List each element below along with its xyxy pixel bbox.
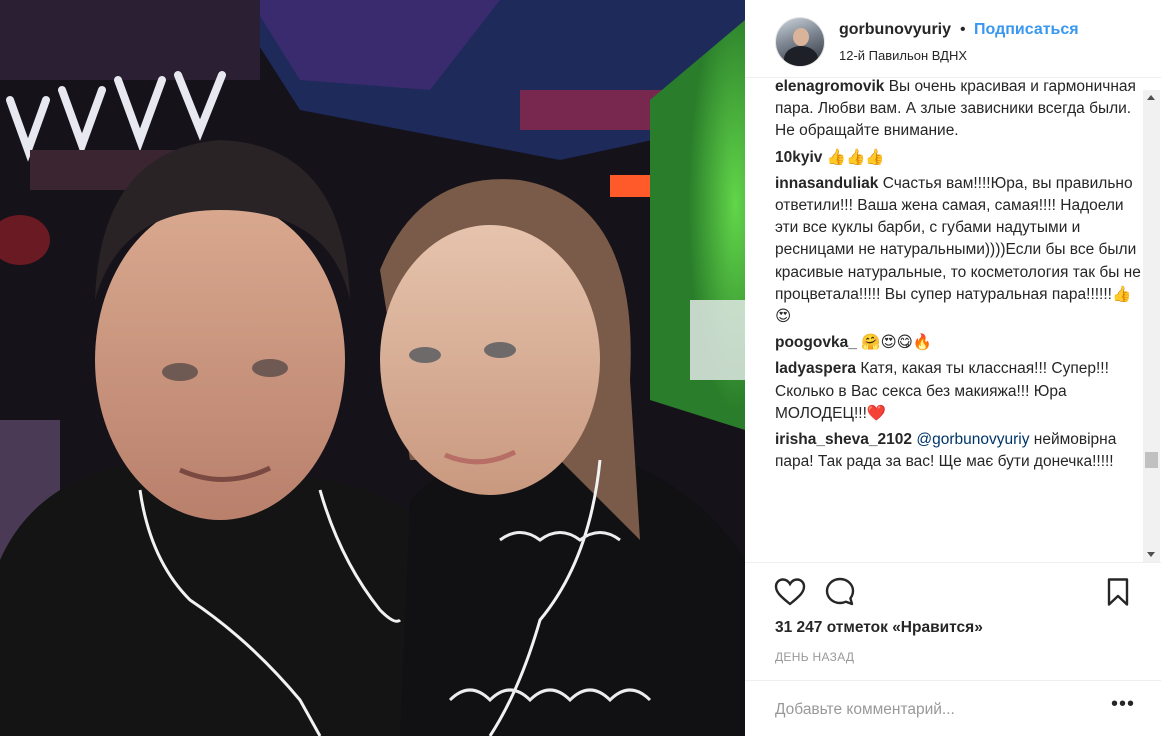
comment-item: elenagromovik Вы очень красивая и гармон… <box>775 78 1143 143</box>
comment-item: 10kyiv 👍👍👍 <box>775 147 1143 169</box>
post-timestamp[interactable]: ДЕНЬ НАЗАД <box>775 650 854 664</box>
comment-text: 👍👍👍 <box>826 148 885 166</box>
comment-icon[interactable] <box>824 576 856 608</box>
action-bar <box>745 562 1161 622</box>
more-options-button[interactable]: ••• <box>1111 693 1135 716</box>
comment-username[interactable]: ladyaspera <box>775 360 856 377</box>
scroll-up-arrow-icon[interactable] <box>1147 95 1155 100</box>
comment-username[interactable]: irisha_sheva_2102 <box>775 431 912 448</box>
avatar[interactable] <box>775 17 825 67</box>
scroll-down-arrow-icon[interactable] <box>1147 552 1155 557</box>
comment-username[interactable]: poogovka_ <box>775 334 857 351</box>
comment-item: ladyaspera Катя, какая ты классная!!! Су… <box>775 358 1143 425</box>
location-link[interactable]: 12-й Павильон ВДНХ <box>839 48 967 63</box>
comment-item: innasanduliak Счастья вам!!!!Юра, вы пра… <box>775 173 1143 328</box>
scrollbar-thumb[interactable] <box>1145 452 1158 468</box>
comment-item: irisha_sheva_2102 @gorbunovyuriy неймові… <box>775 429 1143 473</box>
comments-list[interactable]: elenagromovik Вы очень красивая и гармон… <box>775 78 1143 562</box>
comment-username[interactable]: innasanduliak <box>775 175 878 192</box>
separator-dot: • <box>960 21 966 38</box>
heart-icon[interactable] <box>774 577 806 607</box>
comment-input[interactable] <box>775 699 1105 721</box>
likes-count[interactable]: 31 247 отметок «Нравится» <box>775 619 983 637</box>
post-photo[interactable] <box>0 0 745 736</box>
comment-text: Счастья вам!!!!Юра, вы правильно ответил… <box>775 174 1141 326</box>
username[interactable]: gorbunovyuriy <box>839 21 951 39</box>
post-panel: gorbunovyuriy • Подписаться 12-й Павильо… <box>745 0 1161 736</box>
follow-button[interactable]: Подписаться <box>974 21 1079 39</box>
comment-item: poogovka_ 🤗😍😋🔥 <box>775 332 1143 354</box>
photo-illustration <box>0 0 745 736</box>
comment-text: 🤗😍😋🔥 <box>861 334 933 352</box>
comment-username[interactable]: 10kyiv <box>775 149 822 166</box>
post-header: gorbunovyuriy • Подписаться 12-й Павильо… <box>745 0 1161 78</box>
bookmark-icon[interactable] <box>1106 577 1130 607</box>
comments-scrollbar[interactable] <box>1143 90 1160 562</box>
comment-mention[interactable]: @gorbunovyuriy <box>916 431 1029 448</box>
comment-username[interactable]: elenagromovik <box>775 78 884 95</box>
add-comment-bar: ••• <box>745 680 1161 736</box>
